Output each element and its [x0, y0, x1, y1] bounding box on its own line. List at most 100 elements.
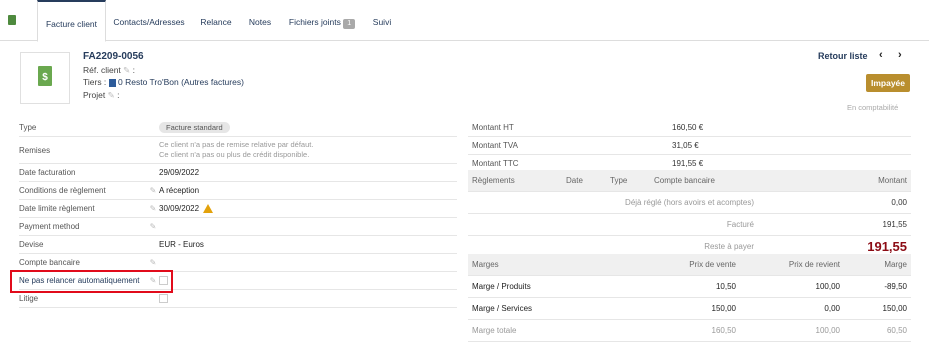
- pencil-icon[interactable]: ✎: [147, 199, 159, 218]
- amount-label: Montant TVA: [468, 136, 672, 155]
- remises-hint: Ce client n'a pas ou plus de crédit disp…: [159, 150, 310, 159]
- field-label: Date limite règlement: [19, 199, 147, 218]
- table-row: Marge / Services 150,00 0,00 150,00: [468, 297, 911, 320]
- warning-icon: [203, 204, 214, 214]
- field-row-compte: Compte bancaire ✎: [19, 253, 457, 272]
- document-icon: [8, 15, 16, 25]
- marge-revient: 100,00: [740, 275, 844, 298]
- attachment-count-badge: 1: [343, 19, 356, 29]
- type-pill: Facture standard: [159, 122, 230, 133]
- marge-revient: 100,00: [740, 319, 844, 342]
- field-label: Compte bancaire: [19, 253, 147, 272]
- column-header: Marges: [468, 254, 636, 276]
- amount-row: Montant HT 160,50 €: [468, 119, 911, 137]
- facture-value: 191,55: [758, 213, 911, 236]
- projet-row: Projet ✎ :: [83, 90, 120, 100]
- marge-value: 150,00: [844, 297, 911, 320]
- reste-value: 191,55: [867, 239, 907, 254]
- column-header: Compte bancaire: [650, 170, 758, 192]
- marge-vente: 150,00: [636, 297, 740, 320]
- next-arrow-icon[interactable]: ›: [898, 49, 902, 61]
- amount-label: Montant HT: [468, 119, 672, 137]
- marge-revient: 0,00: [740, 297, 844, 320]
- tab-contacts-adresses[interactable]: Contacts/Adresses: [111, 0, 187, 40]
- highlight-box: [10, 270, 173, 293]
- marge-label: Marge / Produits: [468, 275, 636, 298]
- field-row-conditions: Conditions de règlement ✎ A réception: [19, 181, 457, 200]
- column-header: Montant: [758, 170, 911, 192]
- field-row-type: Type Facture standard: [19, 119, 457, 137]
- marge-vente: 160,50: [636, 319, 740, 342]
- pencil-icon[interactable]: ✎: [147, 217, 159, 236]
- pencil-icon[interactable]: ✎: [123, 65, 130, 75]
- field-label: Payment method: [19, 217, 147, 236]
- field-row-payment: Payment method ✎: [19, 217, 457, 236]
- field-row-devise: Devise EUR - Euros: [19, 235, 457, 254]
- amounts-table: Montant HT 160,50 € Montant TVA 31,05 € …: [468, 119, 911, 173]
- column-header: Type: [606, 170, 650, 192]
- table-header: Règlements Date Type Compte bancaire Mon…: [468, 170, 911, 192]
- field-value: EUR - Euros: [159, 235, 457, 254]
- marge-value: -89,50: [844, 275, 911, 298]
- company-icon: [108, 78, 116, 87]
- pencil-icon[interactable]: ✎: [147, 181, 159, 200]
- field-row-limite: Date limite règlement ✎ 30/09/2022: [19, 199, 457, 218]
- remises-hint: Ce client n'a pas de remise relative par…: [159, 140, 314, 149]
- tab-relance[interactable]: Relance: [195, 0, 237, 40]
- litige-checkbox[interactable]: [159, 294, 168, 304]
- field-row-date: Date facturation 29/09/2022: [19, 163, 457, 182]
- table-row: Déjà réglé (hors avoirs et acomptes) 0,0…: [468, 191, 911, 214]
- deja-label: Déjà réglé (hors avoirs et acomptes): [468, 191, 758, 214]
- ref-client-label: Réf. client: [83, 65, 121, 75]
- table-row: Facturé 191,55: [468, 213, 911, 236]
- ref-client-row: Réf. client ✎ :: [83, 65, 136, 75]
- pencil-icon[interactable]: ✎: [147, 253, 159, 272]
- invoice-icon: $: [38, 66, 52, 86]
- tiers-row: Tiers : 0 Resto Tro'Bon (Autres factures…: [83, 77, 244, 87]
- table-row: Marge / Produits 10,50 100,00 -89,50: [468, 275, 911, 298]
- marge-label: Marge / Services: [468, 297, 636, 320]
- field-value: 30/09/2022: [159, 203, 200, 213]
- tab-fichiers-joints-label: Fichiers joints: [288, 17, 341, 27]
- marge-vente: 10,50: [636, 275, 740, 298]
- field-label: Date facturation: [19, 163, 147, 182]
- column-header: Prix de revient: [740, 254, 844, 276]
- amount-row: Montant TVA 31,05 €: [468, 136, 911, 155]
- field-value: A réception: [159, 181, 457, 200]
- amount-value: 160,50 €: [672, 119, 911, 137]
- tab-notes[interactable]: Notes: [244, 0, 276, 40]
- facture-label: Facturé: [468, 213, 758, 236]
- pencil-icon[interactable]: ✎: [108, 90, 115, 100]
- marges-table: Marges Prix de vente Prix de revient Mar…: [468, 254, 911, 342]
- tiers-label: Tiers :: [83, 77, 107, 87]
- table-header: Marges Prix de vente Prix de revient Mar…: [468, 254, 911, 276]
- projet-label: Projet: [83, 90, 106, 100]
- invoice-thumbnail: $: [20, 52, 70, 104]
- table-row: Marge totale 160,50 100,00 60,50: [468, 319, 911, 342]
- field-value: 29/09/2022: [159, 163, 457, 182]
- compta-status: En comptabilité: [847, 103, 899, 112]
- tab-suivi[interactable]: Suivi: [367, 0, 397, 40]
- status-badge: Impayée: [866, 74, 910, 92]
- retour-liste-link[interactable]: Retour liste: [818, 51, 868, 61]
- tab-bar: Facture client Contacts/Adresses Relance…: [0, 0, 929, 42]
- field-label: Type: [19, 119, 147, 137]
- field-label: Remises: [19, 136, 147, 164]
- marge-label: Marge totale: [468, 319, 636, 342]
- previous-arrow-icon[interactable]: ‹: [879, 49, 883, 61]
- tab-fichiers-joints[interactable]: Fichiers joints 1: [284, 0, 360, 40]
- amount-value: 31,05 €: [672, 136, 911, 155]
- tiers-link[interactable]: 0 Resto Tro'Bon (Autres factures): [118, 77, 244, 87]
- field-label: Conditions de règlement: [19, 181, 147, 200]
- invoice-ref: FA2209-0056: [83, 51, 144, 62]
- reglements-table: Règlements Date Type Compte bancaire Mon…: [468, 170, 911, 258]
- column-header: Date: [562, 170, 606, 192]
- field-label: Devise: [19, 235, 147, 254]
- deja-value: 0,00: [758, 191, 911, 214]
- field-row-remises: Remises Ce client n'a pas de remise rela…: [19, 136, 457, 164]
- column-header: Marge: [844, 254, 911, 276]
- column-header: Prix de vente: [636, 254, 740, 276]
- column-header: Règlements: [468, 170, 562, 192]
- tab-facture-client[interactable]: Facture client: [37, 0, 106, 42]
- marge-value: 60,50: [844, 319, 911, 342]
